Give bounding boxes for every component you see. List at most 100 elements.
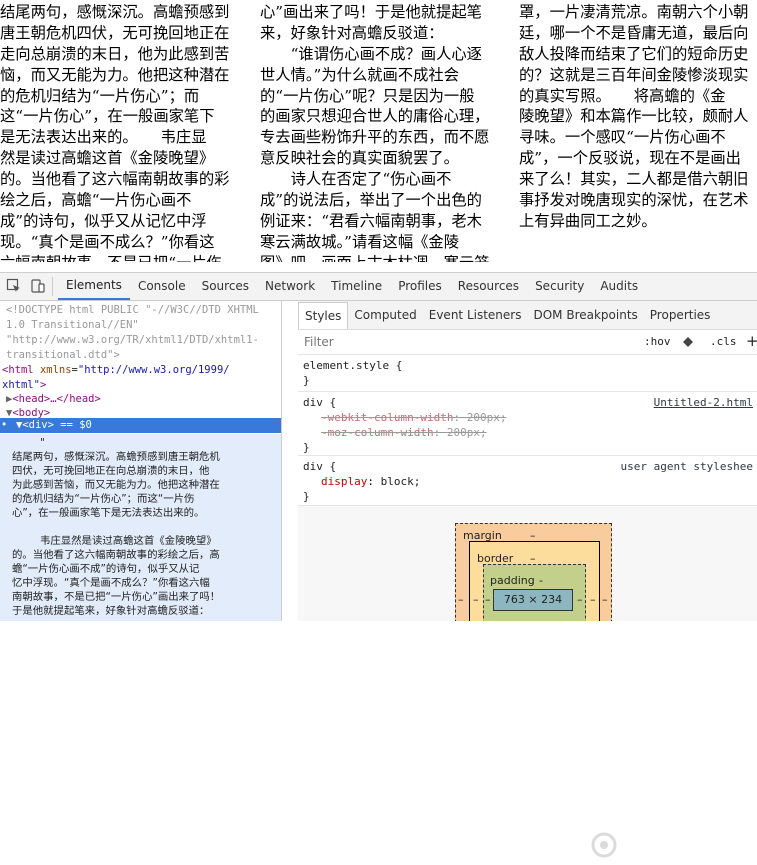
- html-attr-name: xmlns: [39, 364, 72, 376]
- styles-tab-event-listeners[interactable]: Event Listeners: [423, 301, 528, 329]
- text-line: 恼，而又无能为力。他把这种潜在: [0, 65, 230, 84]
- doctype-line-2[interactable]: 1.0 Transitional//EN": [6, 318, 139, 333]
- div-author-rule[interactable]: div { Untitled-2.html -webkit-column-wid…: [298, 392, 757, 456]
- html-node[interactable]: <html xmlns="http://www.w3.org/1999/: [2, 363, 230, 378]
- property-name: -webkit-column-width: [321, 411, 454, 424]
- selected-div-text: ▼<div> == $0: [16, 419, 92, 431]
- devtools-toolbar: Elements Console Sources Network Timeline Pro…: [0, 273, 757, 301]
- text-line: 事抒发对晚唐现实的深忧，在艺术: [519, 191, 749, 210]
- text-line: “谁谓伤心画不成？画人心逐: [260, 44, 482, 63]
- text-line: 敌人投降而结束了它们的短命历史: [519, 44, 749, 63]
- text-line: 唐王朝危机四伏，无可挽回地正在: [0, 23, 230, 42]
- device-mode-icon[interactable]: [30, 278, 46, 294]
- html-close-bracket: >: [39, 379, 47, 391]
- box-model-content[interactable]: 763 × 234: [493, 589, 573, 611]
- text-line: 的。当他看了这六幅南朝故事的彩: [0, 170, 230, 189]
- tab-console[interactable]: Console: [130, 273, 194, 300]
- selected-div-row[interactable]: • ▼<div> == $0: [0, 418, 281, 433]
- text-column-3: 罩，一片凄清荒凉。南朝六个小朝 廷，哪一个不是昏庸无道，最后向 敌人投降而结束了它们…: [519, 2, 757, 232]
- box-model-diagram: margin – border – padding - – – – – – – …: [455, 523, 614, 621]
- tab-elements[interactable]: Elements: [58, 273, 130, 300]
- doctype-line-1[interactable]: <!DOCTYPE html PUBLIC "-//W3C//DTD XHTML: [6, 303, 259, 318]
- text-node-line: 的。当他看了这六幅南朝故事的彩绘之后，高: [12, 549, 220, 561]
- text-node-line: ": [40, 437, 45, 449]
- tab-timeline[interactable]: Timeline: [323, 273, 390, 300]
- text-line: 六幅南朝故事，不是已把“一片伤: [0, 253, 243, 262]
- text-line: 成”的说法后，举出了一个出色的: [260, 191, 482, 210]
- watermark-logo: [591, 832, 617, 858]
- property-value: 200px;: [446, 426, 487, 439]
- devtools-panel: Elements Console Sources Network Timeline Pro…: [0, 272, 757, 858]
- toolbar-divider: [52, 277, 53, 296]
- border-left-value: –: [473, 593, 479, 606]
- styles-tab-properties[interactable]: Properties: [644, 301, 717, 329]
- element-style-rule[interactable]: element.style { }: [298, 355, 757, 392]
- css-property-display[interactable]: display: block;: [321, 474, 420, 490]
- text-line: 的“一片伤心”呢？只是因为一般: [260, 86, 475, 105]
- hover-state-toggle[interactable]: :hov: [644, 335, 671, 348]
- border-right-value: –: [590, 593, 596, 606]
- doctype-line-4[interactable]: transitional.dtd">: [6, 348, 120, 363]
- head-node[interactable]: ▶<head>…</head>: [6, 392, 101, 407]
- tab-audits[interactable]: Audits: [592, 273, 646, 300]
- styles-tab-dom-breakpoints[interactable]: DOM Breakpoints: [527, 301, 643, 329]
- rendered-page: 结尾两句，感慨深沉。高蟾预感到 唐王朝危机四伏，无可挽回地正在 走向总崩溃的末日，他…: [0, 0, 757, 262]
- padding-left-value: –: [485, 593, 491, 606]
- rule-selector: element.style {: [303, 359, 403, 372]
- text-line: 现。“真个是画不成么？”你看这: [0, 232, 215, 251]
- elements-tree[interactable]: <!DOCTYPE html PUBLIC "-//W3C//DTD XHTML…: [0, 301, 282, 621]
- class-toggle[interactable]: .cls: [710, 335, 737, 348]
- text-node-line: 四伏，无可挽回地正在向总崩溃的末日，他: [12, 465, 210, 477]
- styles-sidebar: Styles Computed Event Listeners DOM Breakpo…: [298, 301, 757, 621]
- text-line: 图》吧，画面上古木枯凋，寒云笼: [260, 253, 503, 262]
- styles-tab-computed[interactable]: Computed: [348, 301, 422, 329]
- tab-network[interactable]: Network: [257, 273, 323, 300]
- head-tag: <head>…</head>: [12, 393, 101, 405]
- text-line: 世人情。”为什么就画不成社会: [260, 65, 460, 84]
- styles-tab-styles[interactable]: Styles: [298, 302, 349, 329]
- text-line: 例证来：“君看六幅南朝事，老木: [260, 211, 482, 230]
- rule-close: }: [303, 374, 310, 387]
- text-line: 来，好象针对高蟾反驳道：: [260, 23, 444, 42]
- html-node-cont[interactable]: xhtml">: [2, 378, 46, 393]
- text-node-line: 为此感到苦恼，而又无能为力。他把这种潜在: [12, 479, 220, 491]
- inspect-element-icon[interactable]: [6, 278, 22, 294]
- text-line: 的？这就是三百年间金陵惨淡现实: [519, 65, 749, 84]
- tab-sources[interactable]: Sources: [194, 273, 257, 300]
- rule-source-link[interactable]: Untitled-2.html: [654, 395, 753, 411]
- css-property-moz-column-width[interactable]: -moz-column-width: 200px;: [321, 425, 487, 441]
- text-line: 成”的诗句，似乎又从记忆中浮: [0, 211, 207, 230]
- css-property-webkit-column-width[interactable]: -webkit-column-width: 200px;: [321, 410, 506, 426]
- padding-top-value: -: [539, 574, 543, 587]
- text-node-line: 于是他就提起笔来，好象针对高蟾反驳道：: [12, 605, 210, 617]
- text-line: 寒云满故城。”请看这幅《金陵: [260, 232, 460, 251]
- new-rule-button[interactable]: +: [746, 332, 757, 350]
- text-line: 是无法表达出来的。 韦庄显: [0, 128, 207, 147]
- rule-selector: div {: [303, 396, 337, 409]
- text-line: 来了么！其实，二人都是借六朝旧: [519, 170, 749, 189]
- styles-filter-input[interactable]: [302, 333, 606, 351]
- text-node-line: 蟾“一片伤心画不成”的诗句，似乎又从记: [12, 563, 200, 575]
- text-node-line: 南朝故事，不是已把“一片伤心”画出来了吗！: [12, 591, 221, 603]
- tab-profiles[interactable]: Profiles: [390, 273, 450, 300]
- color-format-icon[interactable]: [682, 336, 694, 348]
- text-line: 罩，一片凄清荒凉。南朝六个小朝: [519, 3, 749, 21]
- selection-dots: •: [1, 419, 8, 431]
- doctype-line-3[interactable]: "http://www.w3.org/TR/xhtml1/DTD/xhtml1-: [6, 333, 259, 348]
- tab-resources[interactable]: Resources: [450, 273, 527, 300]
- html-open-tag: <html: [2, 364, 34, 376]
- text-node-block[interactable]: " 结尾两句，感慨深沉。高蟾预感到唐王朝危机 四伏，无可挽回地正在向总崩溃的末日，他…: [0, 434, 281, 621]
- rule-close: }: [303, 441, 310, 454]
- devtools-tabs: Elements Console Sources Network Timeline Pro…: [58, 273, 646, 300]
- padding-right-value: –: [577, 593, 583, 606]
- div-user-agent-rule[interactable]: div { user agent styleshee display: bloc…: [298, 456, 757, 506]
- text-line: 专去画些粉饰升平的东西，而不愿: [260, 128, 490, 147]
- padding-label: padding: [490, 574, 535, 587]
- tab-security[interactable]: Security: [527, 273, 592, 300]
- property-value: block;: [380, 475, 421, 488]
- styles-filter-row: :hov .cls +: [298, 330, 757, 355]
- text-node-line: 韦庄显然是读过高蟾这首《金陵晚望》: [40, 535, 217, 547]
- text-line: 的画家只想迎合世人的庸俗心理，: [260, 107, 490, 126]
- text-line: 成”，一个反驳说，现在不是画出: [519, 149, 741, 168]
- rule-source: user agent styleshee: [620, 460, 753, 473]
